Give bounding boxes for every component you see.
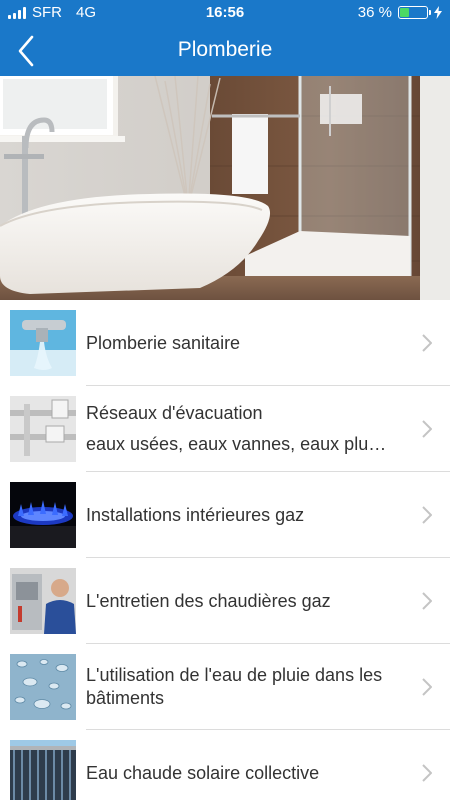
list-item-label: Plomberie sanitaire bbox=[86, 332, 241, 353]
list-item-plomberie-sanitaire[interactable]: Plomberie sanitaire bbox=[0, 300, 450, 386]
hero-bathroom-image bbox=[0, 76, 450, 300]
status-bar: SFR 4G 16:56 36 % bbox=[0, 0, 450, 26]
battery-icon bbox=[398, 6, 431, 19]
list-item-entretien-chaudieres[interactable]: L'entretien des chaudières gaz bbox=[0, 558, 450, 644]
list-item-eau-chaude-solaire[interactable]: Eau chaude solaire collective bbox=[0, 730, 450, 800]
list-item-label: Installations intérieures gaz bbox=[86, 504, 305, 525]
chevron-right-icon bbox=[422, 420, 432, 438]
bathroom-illustration bbox=[0, 76, 450, 300]
chevron-right-icon bbox=[422, 592, 432, 610]
category-list: Plomberie sanitaire Réseaux d'évacuation… bbox=[0, 300, 450, 800]
list-item-text: Eau chaude solaire collective bbox=[86, 730, 406, 800]
chevron-right-icon bbox=[422, 764, 432, 782]
list-item-label: L'entretien des chaudières gaz bbox=[86, 590, 331, 611]
pipes-photo-icon bbox=[10, 396, 76, 462]
page-title: Plomberie bbox=[177, 38, 273, 61]
navigation-bar: Plomberie bbox=[0, 26, 450, 76]
chevron-right-icon bbox=[422, 678, 432, 696]
list-item-text: Plomberie sanitaire bbox=[86, 300, 406, 386]
boiler-technician-photo-icon bbox=[10, 568, 76, 634]
list-item-text: L'entretien des chaudières gaz bbox=[86, 558, 406, 644]
list-item-label: Eau chaude solaire collective bbox=[86, 762, 320, 783]
list-item-text: Installations intérieures gaz bbox=[86, 472, 406, 558]
battery-percent: 36 % bbox=[357, 4, 392, 21]
chevron-right-icon bbox=[422, 334, 432, 352]
list-item-subtitle: eaux usées, eaux vannes, eaux plu… bbox=[86, 434, 387, 454]
water-drops-photo-icon bbox=[10, 654, 76, 720]
status-right: 36 % bbox=[358, 4, 442, 21]
list-item-text: Réseaux d'évacuation eaux usées, eaux va… bbox=[86, 386, 406, 472]
list-item-text: L'utilisation de l'eau de pluie dans les… bbox=[86, 644, 406, 730]
gas-flame-photo-icon bbox=[10, 482, 76, 548]
charging-bolt-icon bbox=[434, 6, 442, 19]
battery-fill bbox=[400, 8, 410, 17]
list-item-eau-de-pluie[interactable]: L'utilisation de l'eau de pluie dans les… bbox=[0, 644, 450, 730]
chevron-right-icon bbox=[422, 506, 432, 524]
solar-panel-photo-icon bbox=[10, 740, 76, 800]
list-item-label: L'utilisation de l'eau de pluie dans les… bbox=[86, 665, 383, 708]
list-item-label: Réseaux d'évacuation bbox=[86, 403, 263, 423]
faucet-photo-icon bbox=[10, 310, 76, 376]
list-item-installations-gaz[interactable]: Installations intérieures gaz bbox=[0, 472, 450, 558]
list-item-reseaux-evacuation[interactable]: Réseaux d'évacuation eaux usées, eaux va… bbox=[0, 386, 450, 472]
